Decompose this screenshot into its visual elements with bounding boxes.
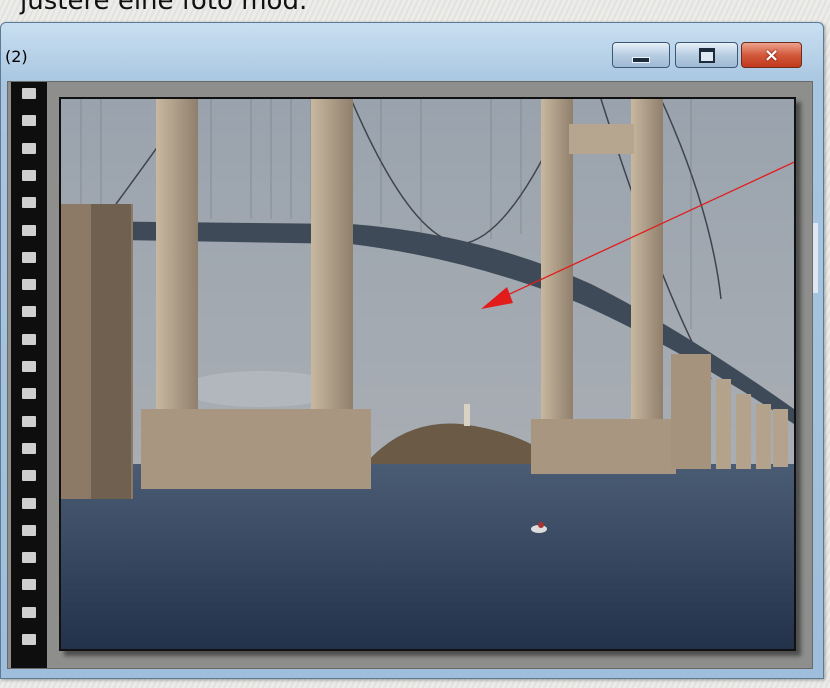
film-hole — [22, 442, 36, 454]
film-hole — [22, 361, 36, 372]
maximize-icon — [698, 47, 715, 63]
photo-image — [61, 99, 794, 649]
film-hole — [22, 279, 36, 291]
film-hole — [22, 415, 36, 427]
film-hole — [22, 579, 36, 591]
page-caption: justere eine foto mod. — [20, 0, 308, 16]
film-hole — [22, 552, 36, 564]
film-strip — [11, 82, 47, 668]
film-hole — [22, 251, 36, 263]
film-hole — [22, 197, 36, 209]
film-hole — [22, 497, 36, 509]
close-button[interactable]: × — [741, 42, 802, 68]
film-hole — [22, 470, 36, 482]
film-hole — [22, 142, 36, 154]
film-hole — [22, 306, 36, 318]
film-hole — [22, 115, 36, 127]
minimize-button[interactable] — [612, 42, 670, 68]
image-viewer-window[interactable]: (2) × — [0, 22, 824, 679]
film-hole — [22, 333, 36, 345]
window-client-area — [7, 81, 813, 669]
film-hole — [22, 606, 36, 618]
film-hole — [22, 388, 36, 400]
window-title: (2) — [5, 47, 28, 66]
film-hole — [22, 88, 36, 99]
maximize-button[interactable] — [675, 42, 738, 68]
film-hole — [22, 524, 36, 536]
close-icon: × — [763, 44, 780, 66]
minimize-icon — [632, 56, 650, 63]
film-hole — [22, 634, 36, 645]
bridge-photo — [59, 97, 796, 651]
film-hole — [22, 169, 36, 181]
film-hole — [22, 224, 36, 236]
